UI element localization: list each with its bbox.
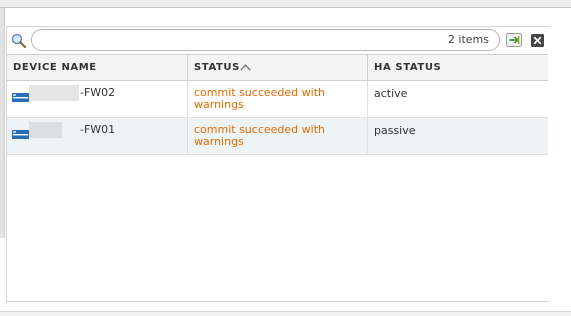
sort-ascending-icon[interactable] [240, 64, 251, 71]
status-text[interactable]: commit succeeded with warnings [194, 87, 334, 111]
search-input[interactable]: 2 items [31, 29, 500, 51]
device-name[interactable]: -FW01 [80, 124, 115, 136]
window-bottom-edge [0, 311, 571, 316]
ha-status-cell: passive [368, 118, 548, 154]
window-top-edge [0, 0, 571, 8]
column-header-label: HA STATUS [374, 62, 442, 73]
status-text[interactable]: commit succeeded with warnings [194, 124, 334, 148]
status-cell: commit succeeded with warnings [188, 81, 368, 117]
device-name-cell: -FW02 [7, 81, 188, 117]
column-header-ha-status[interactable]: HA STATUS [368, 55, 548, 80]
redacted-device-prefix [29, 122, 62, 138]
column-header-label: STATUS [194, 62, 240, 73]
apply-filter-icon[interactable] [506, 33, 522, 47]
device-name-cell: -FW01 [7, 118, 188, 154]
ha-status-cell: active [368, 81, 548, 117]
ha-status-text: passive [374, 124, 416, 137]
column-header-label: DEVICE NAME [13, 62, 97, 73]
redacted-device-prefix [29, 85, 79, 101]
panel-bottom-border [6, 301, 549, 302]
ha-status-text: active [374, 87, 408, 100]
table-header: DEVICE NAME STATUS HA STATUS [7, 54, 548, 81]
status-cell: commit succeeded with warnings [188, 118, 368, 154]
device-name[interactable]: -FW02 [80, 87, 115, 99]
firewall-device-icon [12, 130, 29, 139]
clear-filter-icon[interactable] [531, 34, 544, 47]
left-scroll-rail[interactable] [0, 8, 5, 238]
item-count: 2 items [447, 33, 489, 46]
table-row[interactable]: -FW02 commit succeeded with warnings act… [7, 81, 548, 118]
firewall-device-icon [12, 93, 29, 102]
search-icon [11, 33, 26, 48]
table-row[interactable]: -FW01 commit succeeded with warnings pas… [7, 118, 548, 155]
column-header-status[interactable]: STATUS [188, 55, 368, 80]
column-header-device-name[interactable]: DEVICE NAME [7, 55, 188, 80]
devices-table: DEVICE NAME STATUS HA STATUS -FW02 commi… [7, 54, 548, 155]
